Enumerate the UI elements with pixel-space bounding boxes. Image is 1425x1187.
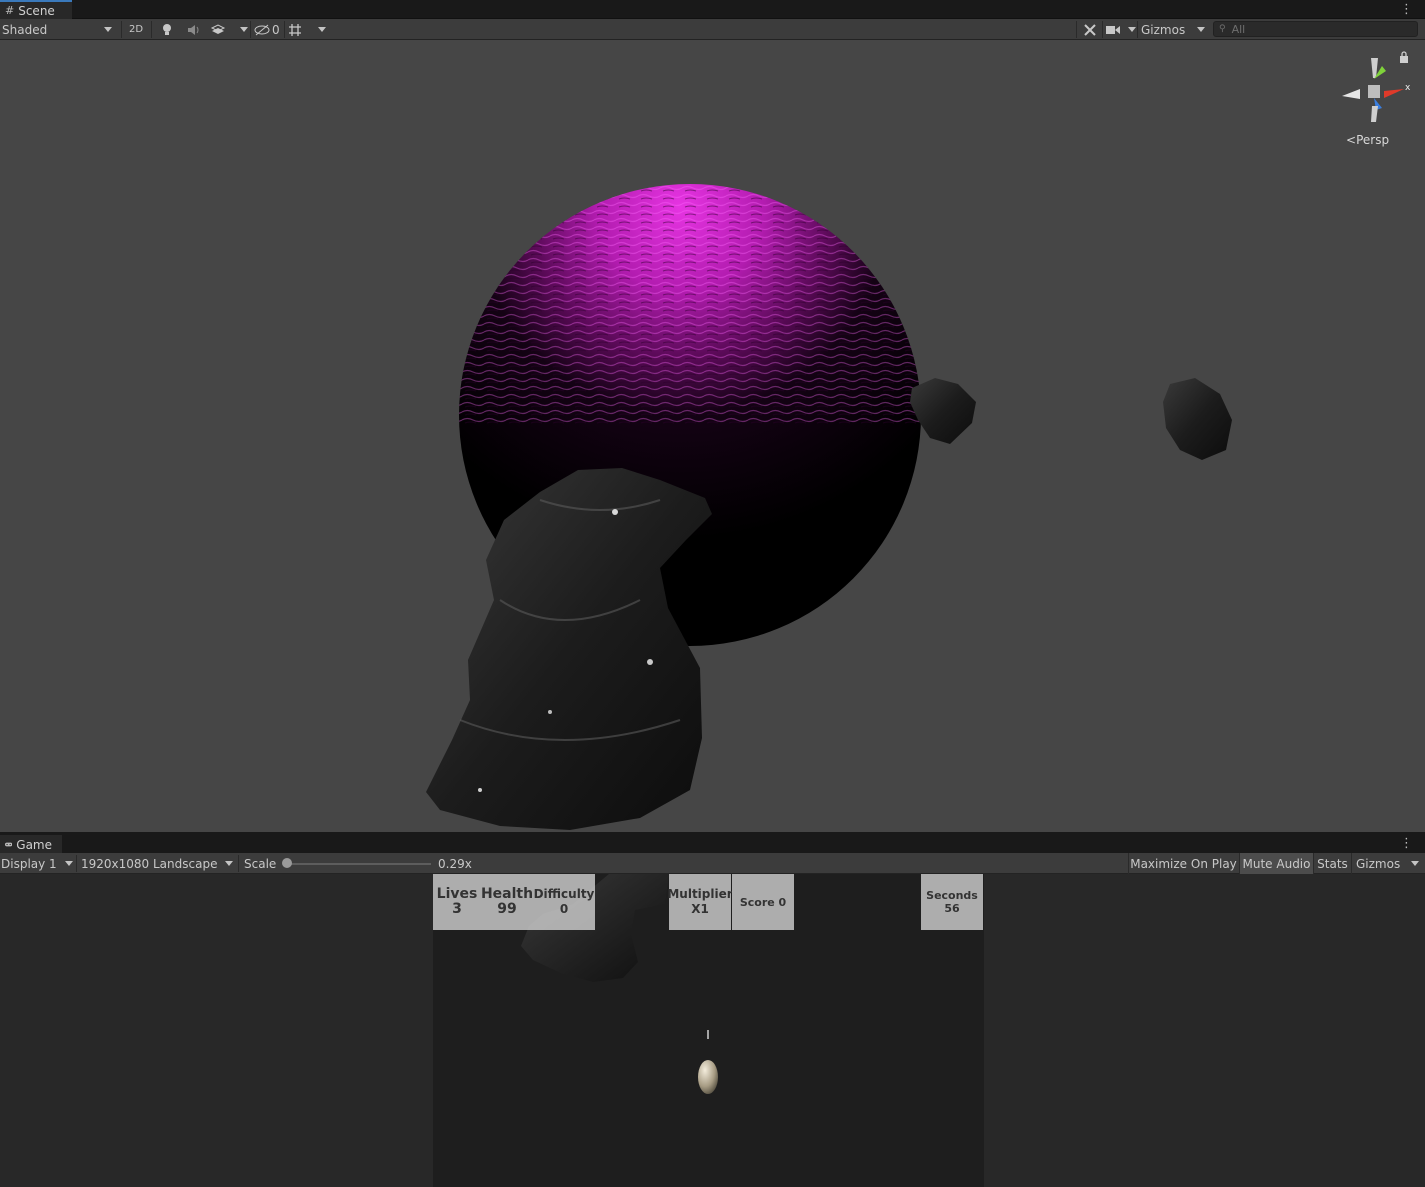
camera-settings-dropdown[interactable] — [1106, 19, 1136, 40]
mute-audio-label: Mute Audio — [1242, 856, 1311, 871]
chevron-down-icon — [225, 861, 233, 866]
projection-label: Persp — [1356, 133, 1390, 147]
stats-label: Stats — [1317, 856, 1348, 871]
draw-mode-label: Shaded — [2, 22, 48, 37]
hidden-count: 0 — [272, 22, 280, 37]
game-tab-bar: Game ⋮ — [0, 835, 1425, 854]
hidden-objects-toggle[interactable]: 0 — [254, 19, 282, 40]
hud-seconds-label: Seconds — [926, 889, 978, 902]
scale-value-text: 0.29x — [438, 856, 472, 871]
chevron-down-icon — [65, 861, 73, 866]
hud-lives-value: 3 — [452, 901, 462, 917]
chevron-down-icon — [1197, 27, 1205, 32]
hud-multiplier-label: Multiplier — [667, 887, 733, 901]
large-asteroid-column[interactable] — [426, 468, 712, 830]
game-panel-menu-icon[interactable]: ⋮ — [1400, 836, 1413, 851]
chevron-down-icon — [1411, 861, 1419, 866]
lightbulb-icon — [163, 23, 171, 35]
hierarchy-search-input[interactable]: ⚲ All — [1213, 21, 1418, 37]
draw-mode-dropdown[interactable]: Shaded — [2, 19, 116, 40]
hud-score-text: Score 0 — [739, 895, 787, 909]
chevron-down-icon — [104, 27, 112, 32]
tab-game[interactable]: Game — [0, 835, 62, 854]
layers-effects-icon — [210, 23, 226, 34]
effects-dropdown[interactable] — [210, 19, 248, 40]
grid-snap-dropdown[interactable] — [288, 19, 326, 40]
gizmo-x-axis[interactable] — [1384, 89, 1404, 98]
scene-viewport[interactable]: x <Persp — [0, 40, 1425, 832]
scene-panel-menu-icon[interactable]: ⋮ — [1400, 2, 1413, 17]
chevron-down-icon — [1128, 27, 1136, 32]
gamepad-icon — [5, 842, 13, 847]
toggle-2d-button[interactable]: 2D — [124, 19, 148, 40]
hud-seconds: Seconds 56 — [921, 874, 983, 930]
search-placeholder: All — [1231, 22, 1246, 36]
stats-button[interactable]: Stats — [1313, 853, 1351, 874]
game-toolbar: Display 1 1920x1080 Landscape Scale 0.29… — [0, 853, 1425, 874]
hud-health: Health 99 — [481, 874, 533, 930]
gizmo-center-cube[interactable] — [1368, 85, 1380, 98]
resolution-label: 1920x1080 Landscape — [81, 856, 218, 871]
maximize-on-play-button[interactable]: Maximize On Play — [1128, 853, 1238, 874]
eye-slash-icon — [254, 24, 270, 35]
hud-multiplier-value: X1 — [691, 902, 709, 916]
game-gizmos-label: Gizmos — [1356, 856, 1401, 871]
scene-toolbar: Shaded 2D 0 Gizmos ⚲ All — [0, 19, 1425, 40]
scene-tools-button[interactable] — [1080, 19, 1100, 40]
display-label: Display 1 — [1, 856, 57, 871]
chevron-down-icon — [240, 27, 248, 32]
grid-icon — [289, 23, 301, 36]
tab-scene[interactable]: # Scene — [0, 0, 72, 19]
orientation-gizmo[interactable]: x — [1338, 56, 1411, 128]
game-viewport[interactable]: Lives 3 Health 99 Difficulty 0 Multiplie… — [433, 874, 984, 1187]
player-ship — [698, 1060, 718, 1094]
hud-multiplier: Multiplier X1 — [667, 874, 733, 930]
scale-slider-track[interactable] — [289, 863, 431, 865]
gizmo-x-label: x — [1405, 83, 1410, 93]
toggle-2d-label: 2D — [128, 24, 144, 35]
display-dropdown[interactable]: Display 1 — [1, 853, 73, 874]
mute-audio-button[interactable]: Mute Audio — [1239, 853, 1313, 874]
chevron-left-icon: < — [1346, 133, 1357, 147]
speaker-icon — [188, 24, 199, 35]
scale-label: Scale — [244, 853, 276, 874]
hud-lives-label: Lives — [436, 886, 478, 902]
scale-slider-handle[interactable] — [282, 858, 292, 868]
hud-score: Score 0 — [732, 874, 794, 930]
hud-health-value: 99 — [497, 901, 517, 917]
tab-game-label: Game — [16, 837, 52, 852]
chevron-down-icon — [318, 27, 326, 32]
scene-render — [426, 184, 1232, 830]
projection-toggle[interactable]: <Persp — [1346, 133, 1389, 147]
hud-difficulty-label: Difficulty — [533, 887, 595, 901]
hud-lives: Lives 3 — [433, 874, 481, 930]
hud-difficulty: Difficulty 0 — [533, 874, 595, 930]
scale-label-text: Scale — [244, 856, 277, 871]
tools-crossed-icon — [1084, 23, 1096, 36]
search-icon: ⚲ — [1219, 24, 1226, 34]
game-gizmos-dropdown[interactable]: Gizmos — [1351, 853, 1425, 874]
hud-health-label: Health — [480, 886, 534, 902]
gizmo-neg-x-cone[interactable] — [1342, 89, 1360, 99]
gizmos-dropdown[interactable]: Gizmos — [1141, 19, 1205, 40]
resolution-dropdown[interactable]: 1920x1080 Landscape — [81, 853, 233, 874]
scene-tab-bar: # Scene ⋮ — [0, 0, 1425, 19]
audio-toggle-button[interactable] — [184, 19, 204, 40]
hud-seconds-value: 56 — [944, 902, 960, 915]
scene-grid-icon: # — [5, 4, 15, 17]
camera-icon — [1106, 25, 1120, 34]
gizmos-label: Gizmos — [1141, 22, 1186, 37]
scale-value: 0.29x — [438, 853, 472, 874]
gizmo-down-cone[interactable] — [1371, 106, 1378, 122]
lighting-toggle-button[interactable] — [157, 19, 177, 40]
maximize-on-play-label: Maximize On Play — [1130, 856, 1237, 871]
hud-difficulty-value: 0 — [559, 902, 569, 916]
tab-scene-label: Scene — [18, 3, 55, 18]
small-asteroid-right[interactable] — [1163, 378, 1232, 460]
